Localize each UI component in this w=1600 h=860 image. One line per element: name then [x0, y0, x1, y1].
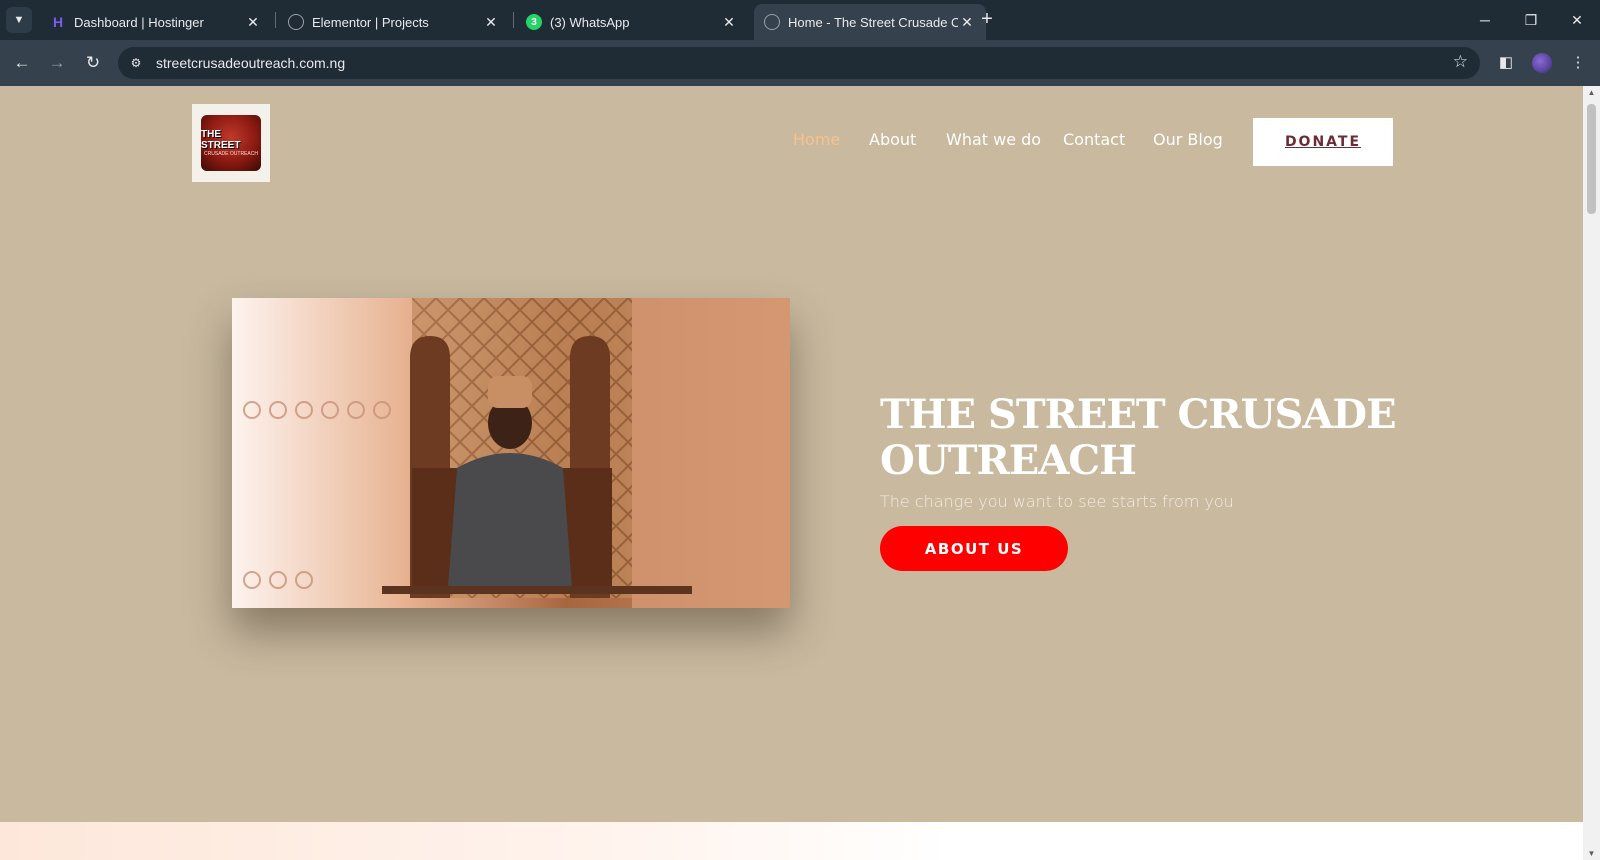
tab-hostinger[interactable]: H Dashboard | Hostinger ✕	[40, 4, 272, 40]
tab-whatsapp[interactable]: 3 (3) WhatsApp ✕	[516, 4, 748, 40]
new-tab-button[interactable]: +	[975, 8, 999, 32]
side-panel-icon[interactable]: ◧	[1494, 51, 1518, 75]
nav-about[interactable]: About	[869, 130, 916, 149]
close-icon[interactable]: ✕	[958, 14, 976, 31]
tab-title: Elementor | Projects	[312, 14, 429, 30]
minimize-icon[interactable]: ─	[1471, 6, 1499, 34]
web-page: THE STREET CRUSADE OUTREACH Home About W…	[0, 86, 1583, 860]
url-text[interactable]: streetcrusadeoutreach.com.ng	[156, 55, 345, 71]
hero-title: THE STREET CRUSADE OUTREACH	[880, 391, 1397, 484]
tab-street-crusade[interactable]: Home - The Street Crusade Out ✕	[754, 4, 986, 40]
tab-search-button[interactable]: ▼	[6, 7, 32, 33]
logo-text: THE STREET	[201, 129, 241, 151]
donate-button[interactable]: DONATE	[1253, 118, 1393, 166]
nav-our-blog[interactable]: Our Blog	[1153, 130, 1223, 149]
whatsapp-icon: 3	[526, 14, 542, 30]
tab-separator	[513, 12, 514, 28]
nav-home[interactable]: Home	[793, 130, 840, 149]
about-us-button[interactable]: ABOUT US	[880, 526, 1068, 571]
close-icon[interactable]: ✕	[482, 14, 500, 31]
nav-what-we-do[interactable]: What we do	[946, 130, 1041, 149]
logo-badge: THE STREET CRUSADE OUTREACH	[201, 115, 261, 171]
chevron-down-icon: ▼	[13, 14, 25, 26]
scroll-down-arrow-icon[interactable]: ▼	[1583, 849, 1600, 858]
hero-subtitle: The change you want to see starts from y…	[880, 492, 1234, 511]
close-icon[interactable]: ✕	[244, 14, 262, 31]
back-arrow-icon[interactable]: ←	[9, 50, 35, 76]
profile-avatar[interactable]	[1532, 53, 1552, 73]
tab-separator	[275, 12, 276, 28]
tab-elementor[interactable]: Elementor | Projects ✕	[278, 4, 510, 40]
browser-toolbar: ← → ↻ ⚙ streetcrusadeoutreach.com.ng ☆ ◧…	[0, 40, 1600, 86]
menu-kebab-icon[interactable]: ⋮	[1566, 51, 1590, 75]
site-info-icon[interactable]: ⚙	[126, 53, 146, 73]
tab-title: (3) WhatsApp	[550, 14, 630, 30]
next-section-preview	[0, 822, 1583, 860]
hero-image	[232, 298, 790, 608]
globe-icon	[764, 14, 780, 30]
tab-title: Dashboard | Hostinger	[74, 14, 204, 30]
scroll-up-arrow-icon[interactable]: ▲	[1583, 88, 1600, 97]
page-scrollbar[interactable]: ▲ ▼	[1583, 86, 1600, 860]
reload-icon[interactable]: ↻	[80, 50, 106, 76]
scrollbar-thumb[interactable]	[1587, 104, 1596, 214]
site-logo[interactable]: THE STREET CRUSADE OUTREACH	[192, 104, 270, 182]
logo-subtext: CRUSADE OUTREACH	[204, 151, 258, 157]
hostinger-icon: H	[52, 14, 64, 30]
bookmark-star-icon[interactable]: ☆	[1453, 52, 1468, 72]
globe-icon	[288, 14, 304, 30]
restore-icon[interactable]: ❐	[1517, 6, 1545, 34]
forward-arrow-icon[interactable]: →	[44, 50, 70, 76]
browser-tab-strip: ▼ H Dashboard | Hostinger ✕ Elementor | …	[0, 0, 1600, 40]
close-icon[interactable]: ✕	[720, 14, 738, 31]
address-bar[interactable]: ⚙ streetcrusadeoutreach.com.ng ☆	[118, 47, 1480, 79]
close-window-icon[interactable]: ✕	[1563, 6, 1591, 34]
tab-title: Home - The Street Crusade Out	[788, 14, 958, 30]
nav-contact[interactable]: Contact	[1063, 130, 1125, 149]
